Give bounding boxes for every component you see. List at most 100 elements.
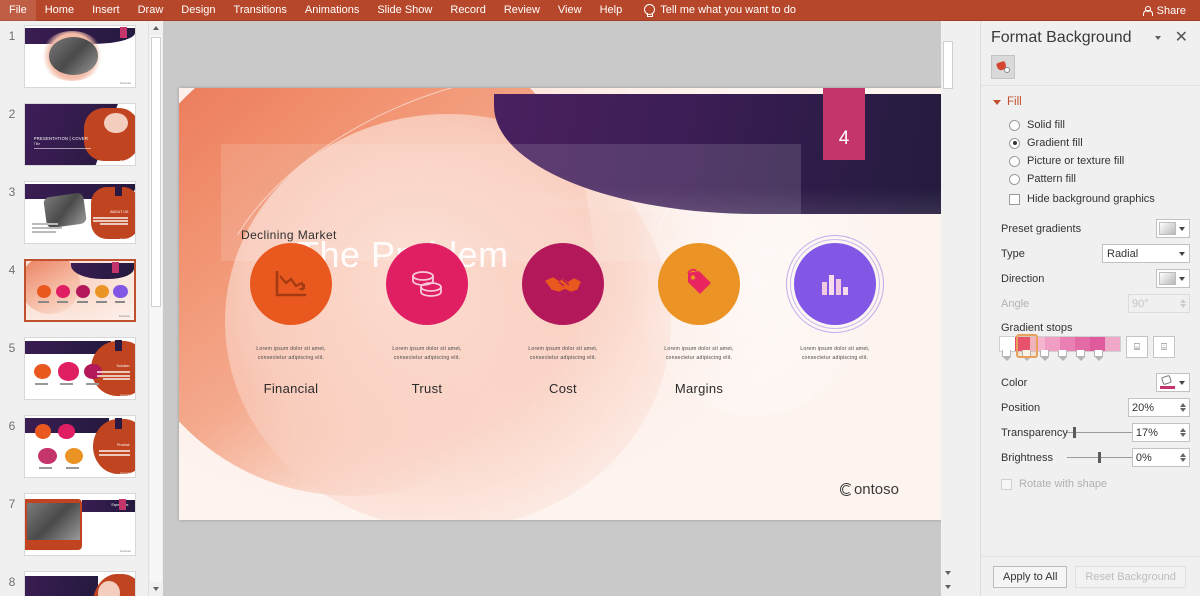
ribbon-tab-animations[interactable]: Animations (296, 0, 368, 21)
thumbnail-slide-1[interactable]: 1 Contoso (0, 25, 148, 102)
transparency-slider[interactable] (1067, 427, 1132, 438)
circle-item-fifth[interactable]: Lorem ipsum dolor sit amet, consectetur a… (765, 235, 905, 381)
slider-knob[interactable] (1098, 452, 1102, 463)
thumbnail-scroll-down-button[interactable] (149, 582, 163, 596)
direction-button[interactable] (1156, 269, 1190, 288)
thumbnail-image[interactable] (24, 571, 136, 596)
transparency-spinner[interactable] (1180, 428, 1186, 437)
thumbnail-image[interactable]: Solution Contoso (24, 337, 136, 400)
current-slide[interactable]: 4 Declining Market The Problem Lorem (179, 88, 947, 520)
transparency-label: Transparency (1001, 426, 1068, 439)
ribbon-tab-home[interactable]: Home (36, 0, 83, 21)
stop-transparency-row[interactable]: Transparency 17% (981, 420, 1200, 445)
color-label: Color (1001, 376, 1028, 389)
ribbon-tab-insert[interactable]: Insert (83, 0, 129, 21)
circle-shape[interactable] (386, 243, 468, 325)
circle-shape[interactable] (250, 243, 332, 325)
ribbon-tab-slide-show[interactable]: Slide Show (368, 0, 441, 21)
apply-to-all-button[interactable]: Apply to All (993, 565, 1068, 588)
radio-picture-fill[interactable]: Picture or texture fill (981, 152, 1200, 170)
preset-gradients-button[interactable] (1156, 219, 1190, 238)
thumbnail-image[interactable]: ABOUT US Contoso (24, 181, 136, 244)
gradient-stops-bar[interactable] (999, 334, 1121, 361)
position-spinner[interactable] (1180, 403, 1186, 412)
thumbnail-image-selected[interactable]: Contoso (24, 259, 136, 322)
gradient-direction-row[interactable]: Direction (981, 266, 1200, 291)
circle-item-trust[interactable]: Lorem ipsum dolor sit amet, consectetur a… (357, 243, 497, 396)
slider-knob[interactable] (1073, 427, 1077, 438)
canvas-scroll-down-button[interactable] (941, 566, 955, 580)
circle-shape[interactable] (522, 243, 604, 325)
gradient-stop-handle[interactable] (1040, 350, 1049, 361)
preset-gradients-row[interactable]: Preset gradients (981, 216, 1200, 241)
thumbnail-slide-6[interactable]: 6 Product Contoso (0, 415, 148, 492)
tell-me-search[interactable]: Tell me what you want to do (643, 3, 796, 17)
radio-gradient-fill[interactable]: Gradient fill (981, 134, 1200, 152)
format-background-pane: Format Background ✕ Fill Solid fill Grad… (980, 21, 1200, 596)
ribbon-tab-design[interactable]: Design (172, 0, 224, 21)
thumbnail-scroll-up-button[interactable] (149, 21, 163, 35)
radio-label: Gradient fill (1027, 137, 1083, 149)
canvas-scrollbar[interactable] (941, 21, 955, 596)
thumbnail-image[interactable]: PRESENTATION | COVER Title Contoso (24, 103, 136, 166)
thumbnail-scrollbar[interactable] (148, 21, 163, 596)
canvas-scroll-thumb[interactable] (943, 41, 953, 89)
slide-number-tab: 4 (823, 88, 865, 160)
ribbon-tab-help[interactable]: Help (591, 0, 632, 21)
stop-color-button[interactable] (1156, 373, 1190, 392)
ribbon-tab-view[interactable]: View (549, 0, 591, 21)
ribbon-tab-record[interactable]: Record (441, 0, 494, 21)
gradient-stop-handle[interactable] (1094, 350, 1103, 361)
gradient-stops-row[interactable]: ⌸ ⌹ (981, 334, 1200, 361)
gradient-stop-handle[interactable] (1058, 350, 1067, 361)
ribbon-tab-transitions[interactable]: Transitions (225, 0, 296, 21)
brightness-slider[interactable] (1067, 452, 1132, 463)
checkbox-hide-background-graphics[interactable]: Hide background graphics (981, 188, 1200, 208)
pane-options-button[interactable] (1151, 31, 1165, 45)
slider-track[interactable] (1067, 452, 1132, 463)
ribbon-tab-file[interactable]: File (0, 0, 36, 21)
thumbnail-scroll-thumb[interactable] (151, 37, 161, 307)
transparency-input[interactable]: 17% (1131, 423, 1190, 442)
circle-label: Cost (549, 380, 577, 396)
checkbox-rotate-with-shape[interactable]: Rotate with shape (981, 470, 1200, 494)
thumbnail-slide-2[interactable]: 2 PRESENTATION | COVER Title Contoso (0, 103, 148, 180)
slide-thumbnail-pane[interactable]: 1 Contoso 2 PRESENTATION | COVER Title C… (0, 21, 148, 596)
thumbnail-image[interactable]: Contoso (24, 25, 136, 88)
ribbon-tab-review[interactable]: Review (495, 0, 549, 21)
stop-color-row[interactable]: Color (981, 370, 1200, 395)
circle-item-cost[interactable]: Lorem ipsum dolor sit amet, consectetur a… (493, 243, 633, 396)
thumbnail-slide-3[interactable]: 3 ABOUT US Contoso (0, 181, 148, 258)
gradient-type-select[interactable]: Radial (1102, 244, 1190, 263)
circle-shape[interactable] (658, 243, 740, 325)
slider-track[interactable] (1067, 427, 1132, 438)
thumbnail-slide-8[interactable]: 8 (0, 571, 148, 596)
radio-pattern-fill[interactable]: Pattern fill (981, 170, 1200, 188)
circle-item-financial[interactable]: Lorem ipsum dolor sit amet, consectetur a… (221, 243, 361, 396)
stop-position-row[interactable]: Position 20% (981, 395, 1200, 420)
thumbnail-slide-7[interactable]: 7 Experience Contoso (0, 493, 148, 570)
thumbnail-slide-4[interactable]: 4 Contoso (0, 259, 148, 336)
thumbnail-slide-5[interactable]: 5 Solution Contoso (0, 337, 148, 414)
gradient-stop-handle[interactable] (1076, 350, 1085, 361)
checkbox-label: Rotate with shape (1019, 478, 1108, 490)
canvas-next-slide-button[interactable] (941, 580, 955, 594)
circle-shape[interactable] (786, 235, 884, 333)
stop-brightness-row[interactable]: Brightness 0% (981, 445, 1200, 470)
fill-section-header[interactable]: Fill (981, 94, 1200, 116)
thumbnail-image[interactable]: Experience Contoso (24, 493, 136, 556)
add-gradient-stop-button[interactable]: ⌸ (1126, 336, 1148, 358)
radio-solid-fill[interactable]: Solid fill (981, 116, 1200, 134)
brightness-spinner[interactable] (1180, 453, 1186, 462)
gradient-type-row[interactable]: Type Radial (981, 241, 1200, 266)
thumbnail-image[interactable]: Product Contoso (24, 415, 136, 478)
circle-item-margins[interactable]: Lorem ipsum dolor sit amet, consectetur a… (629, 243, 769, 396)
close-pane-button[interactable]: ✕ (1173, 30, 1190, 46)
share-button[interactable]: Share (1136, 0, 1192, 21)
gradient-stop-handle[interactable] (1002, 350, 1011, 361)
position-input[interactable]: 20% (1128, 398, 1190, 417)
fill-category-button[interactable] (991, 55, 1015, 79)
ribbon-tab-draw[interactable]: Draw (129, 0, 173, 21)
brightness-input[interactable]: 0% (1131, 448, 1190, 467)
remove-gradient-stop-button[interactable]: ⌹ (1153, 336, 1175, 358)
